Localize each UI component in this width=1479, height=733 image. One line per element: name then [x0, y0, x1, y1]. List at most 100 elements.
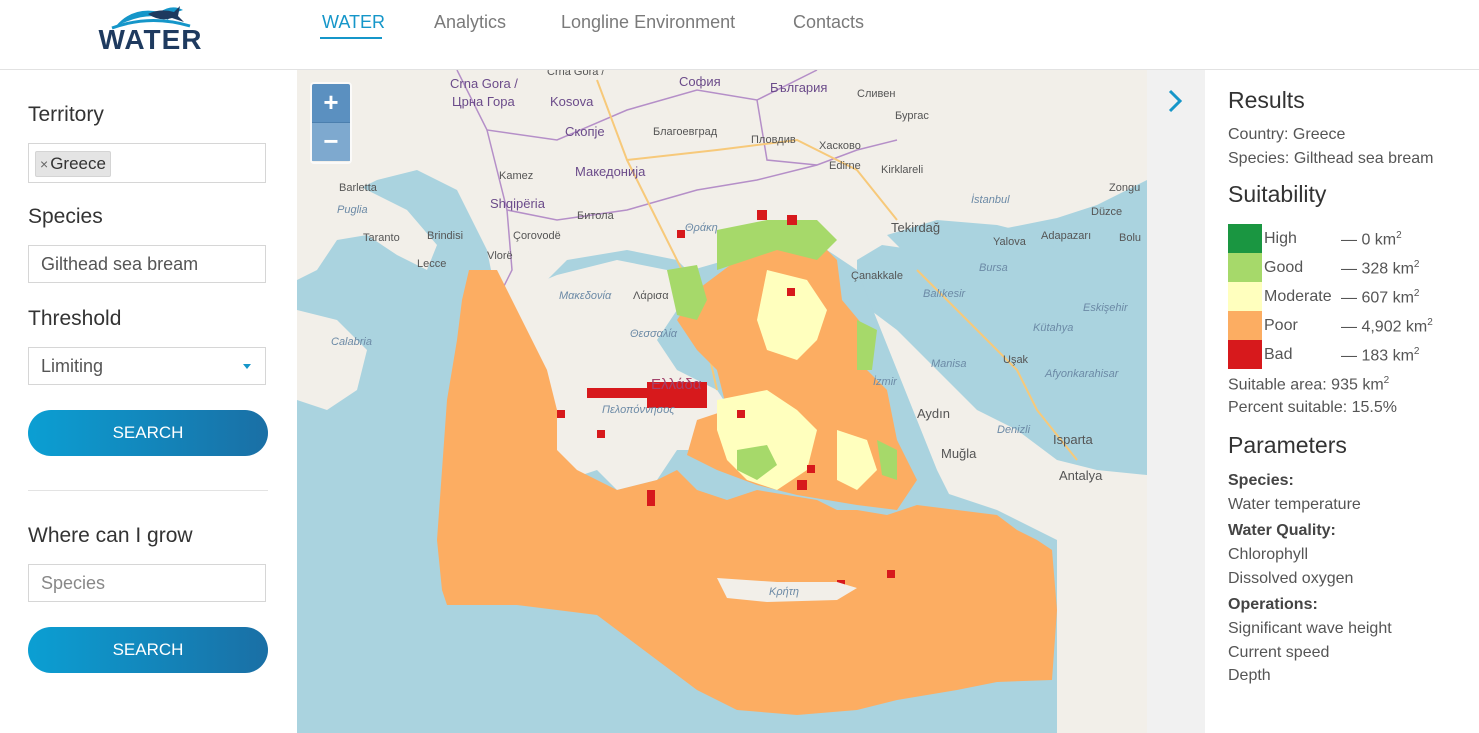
species-field[interactable]: Gilthead sea bream	[28, 245, 266, 283]
where-can-i-grow-label: Where can I grow	[28, 524, 193, 547]
map-label: Пловдив	[751, 134, 796, 146]
map-label: Crna Gora /	[450, 76, 518, 91]
map-label: Kütahya	[1033, 322, 1074, 334]
param-current-speed: Current speed	[1228, 644, 1330, 661]
legend-item: Good — 328 km2	[1228, 253, 1468, 282]
nav-contacts[interactable]: Contacts	[793, 12, 864, 33]
results-panel: Results Country: Greece Species: Gilthea…	[1205, 70, 1479, 733]
chevron-right-icon[interactable]	[1167, 88, 1183, 120]
search-button[interactable]: SEARCH	[28, 410, 268, 456]
search-panel: Territory × Greece Species Gilthead sea b…	[0, 70, 297, 733]
parameters-title: Parameters	[1228, 432, 1347, 458]
param-species-heading: Species:	[1228, 472, 1294, 489]
legend-item: Poor — 4,902 km2	[1228, 311, 1468, 340]
threshold-select[interactable]: Limiting	[28, 347, 266, 385]
legend-label: Good	[1264, 259, 1304, 276]
map-label: İstanbul	[971, 194, 1010, 206]
threshold-value: Limiting	[41, 356, 104, 376]
map-label: Сливен	[857, 88, 896, 100]
grow-species-input[interactable]: Species	[28, 564, 266, 602]
map-label: Zongu	[1109, 182, 1141, 194]
territory-tag: × Greece	[35, 151, 111, 177]
map-label: Θεσσαλία	[630, 328, 678, 340]
grow-species-placeholder: Species	[41, 573, 106, 593]
map-label: Kirklareli	[881, 164, 924, 176]
map-label: Bolu	[1119, 232, 1142, 244]
map-label: Çorovodë	[513, 230, 561, 242]
percent-suitable: Percent suitable: 15.5%	[1228, 399, 1397, 416]
map-label: İzmir	[873, 376, 897, 388]
map-label: Македонија	[575, 164, 646, 179]
territory-tag-label: Greece	[50, 154, 106, 173]
legend-value: — 0 km2	[1341, 230, 1402, 249]
map-label: Edirne	[829, 160, 861, 172]
legend-label: Moderate	[1264, 288, 1332, 305]
panel-divider	[28, 490, 268, 491]
map-label: Kosova	[550, 94, 594, 109]
results-country: Country: Greece	[1228, 126, 1346, 143]
species-label: Species	[28, 205, 103, 228]
map-label: Isparta	[1053, 432, 1093, 447]
zoom-in-button[interactable]: +	[312, 84, 350, 122]
param-dissolved-oxygen: Dissolved oxygen	[1228, 570, 1354, 587]
suitability-title: Suitability	[1228, 181, 1327, 207]
top-bar: WATER WATER Analytics Longline Environme…	[0, 0, 1479, 70]
nav-water[interactable]: WATER	[322, 12, 385, 33]
legend-item: High — 0 km2	[1228, 224, 1468, 253]
map-label: Μακεδονία	[559, 290, 612, 302]
zoom-control: + −	[310, 82, 352, 164]
param-water-temperature: Water temperature	[1228, 496, 1361, 513]
map-label: Благоевград	[653, 126, 718, 138]
map-label: Eskişehir	[1083, 302, 1128, 314]
map-label: Lecce	[417, 258, 447, 270]
suitable-area: Suitable area: 935 km2	[1228, 375, 1390, 394]
map-label: Uşak	[1003, 354, 1029, 366]
map-label: Κρήτη	[769, 586, 799, 598]
results-title: Results	[1228, 87, 1305, 113]
map-label: Calabria	[331, 336, 372, 348]
legend-swatch	[1228, 253, 1262, 282]
legend-value: — 183 km2	[1341, 346, 1420, 365]
map-label: Скопје	[565, 124, 605, 139]
legend-value: — 607 km2	[1341, 288, 1420, 307]
map-label: Taranto	[363, 232, 400, 244]
map-label: Kamez	[499, 170, 534, 182]
territory-select[interactable]: × Greece	[28, 143, 266, 183]
legend-value: — 4,902 km2	[1341, 317, 1433, 336]
nav-active-underline	[320, 37, 382, 39]
nav-analytics[interactable]: Analytics	[434, 12, 506, 33]
map-label: Ελλάδα	[651, 376, 702, 393]
map-label: Muğla	[941, 446, 977, 461]
map-label: Aydın	[917, 406, 951, 421]
species-value: Gilthead sea bream	[41, 254, 199, 274]
zoom-out-button[interactable]: −	[312, 122, 350, 161]
suitability-map[interactable]: Crna Gora / Crna Gora / Црна Гора Kosova…	[297, 70, 1147, 733]
dropdown-caret-icon	[243, 364, 251, 369]
nav-longline-environment[interactable]: Longline Environment	[561, 12, 735, 33]
land-calabria	[297, 310, 367, 410]
remove-tag-icon[interactable]: ×	[40, 156, 48, 172]
map-label: Θράκη	[685, 222, 718, 234]
map-label: Manisa	[931, 358, 967, 370]
legend-swatch	[1228, 282, 1262, 311]
legend-swatch	[1228, 224, 1262, 253]
territory-label: Territory	[28, 103, 104, 126]
legend-label: Poor	[1264, 317, 1298, 334]
map-label: Tekirdağ	[891, 220, 941, 235]
map-label: Yalova	[993, 236, 1026, 248]
water-logo[interactable]: WATER	[88, 2, 213, 60]
param-operations-heading: Operations:	[1228, 596, 1318, 613]
legend-value: — 328 km2	[1341, 259, 1420, 278]
legend-swatch	[1228, 340, 1262, 369]
map-label: Çanakkale	[851, 270, 903, 282]
map-label: Crna Gora /	[547, 70, 605, 78]
map-label: Düzce	[1091, 206, 1123, 218]
param-chlorophyll: Chlorophyll	[1228, 546, 1309, 563]
legend-label: High	[1264, 230, 1297, 247]
map-label: Denizli	[997, 424, 1031, 436]
grow-search-button[interactable]: SEARCH	[28, 627, 268, 673]
map-label: Shqipëria	[490, 196, 545, 211]
results-species: Species: Gilthead sea bream	[1228, 150, 1434, 167]
map-label: Vlorë	[487, 250, 513, 262]
results-toggle-column	[1147, 70, 1205, 733]
